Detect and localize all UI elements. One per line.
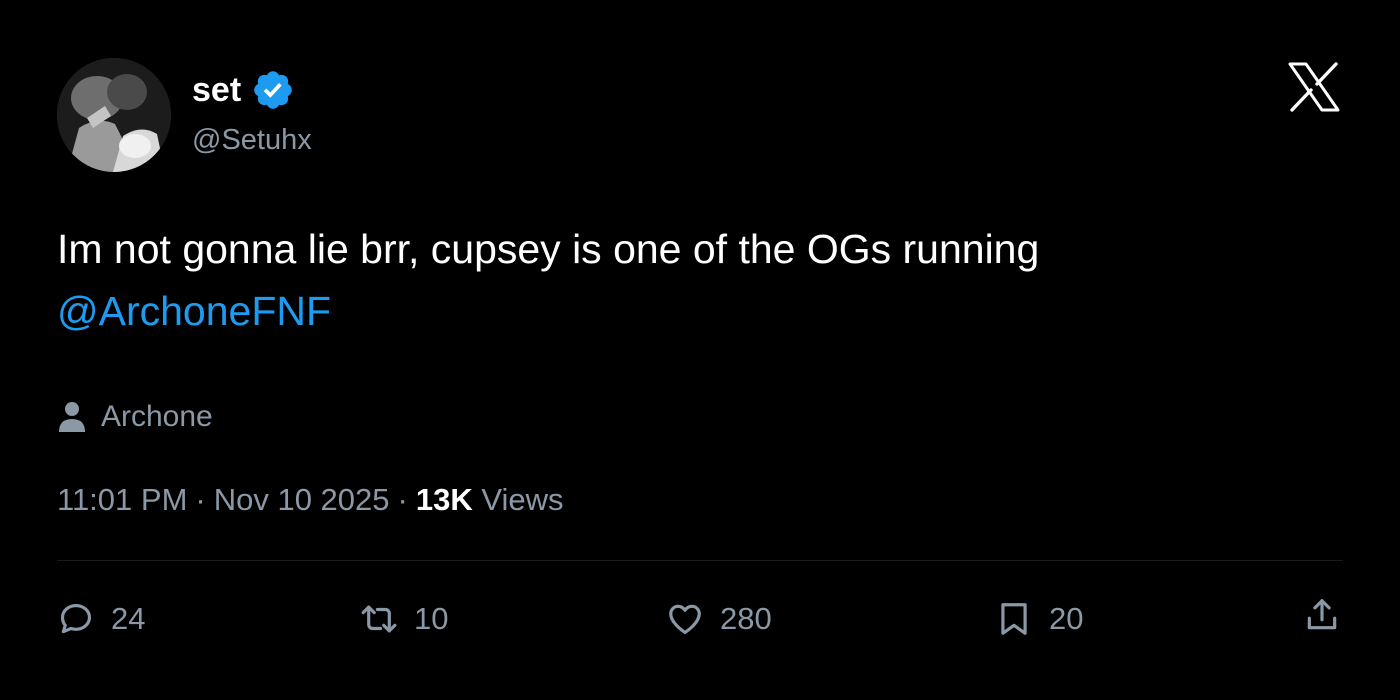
verified-badge-icon: [254, 71, 292, 109]
author-handle[interactable]: @Setuhx: [192, 122, 312, 158]
bookmark-icon: [1001, 603, 1027, 635]
like-count: 280: [720, 601, 772, 636]
tweet-text: Im not gonna lie brr, cupsey is one of t…: [57, 218, 1337, 342]
meta-separator: ·: [195, 482, 206, 517]
views-label: Views: [481, 482, 564, 517]
tweet-time[interactable]: 11:01 PM: [57, 482, 187, 517]
person-icon: [59, 402, 85, 432]
heart-icon: [669, 604, 701, 635]
x-logo-icon[interactable]: [1287, 62, 1341, 112]
author-name-row: set: [192, 68, 295, 112]
tweet-meta: 11:01 PM · Nov 10 2025 · 13K Views: [57, 480, 564, 520]
share-button[interactable]: [1303, 596, 1341, 634]
avatar[interactable]: [57, 58, 171, 172]
views-count: 13K: [415, 482, 473, 517]
tagged-name: Archone: [101, 400, 213, 433]
tweet-date[interactable]: Nov 10 2025: [214, 482, 390, 517]
bookmark-button[interactable]: 20: [995, 596, 1083, 642]
action-bar: 24 10 280 20: [57, 596, 1343, 642]
share-icon: [1307, 599, 1337, 630]
divider: [57, 560, 1343, 561]
like-button[interactable]: 280: [666, 596, 772, 642]
bookmark-count: 20: [1049, 601, 1084, 636]
repost-count: 10: [414, 601, 449, 636]
meta-separator: ·: [397, 482, 408, 517]
reply-count: 24: [111, 601, 146, 636]
mention-link[interactable]: @ArchoneFNF: [57, 280, 1337, 342]
reply-icon: [60, 603, 92, 634]
display-name[interactable]: set: [192, 68, 241, 112]
repost-button[interactable]: 10: [360, 596, 448, 642]
repost-icon: [361, 605, 397, 633]
avatar-photo: [57, 58, 171, 172]
reply-button[interactable]: 24: [57, 596, 145, 642]
tweet-body: Im not gonna lie brr, cupsey is one of t…: [57, 226, 1040, 272]
tagged-user[interactable]: Archone: [57, 398, 213, 436]
